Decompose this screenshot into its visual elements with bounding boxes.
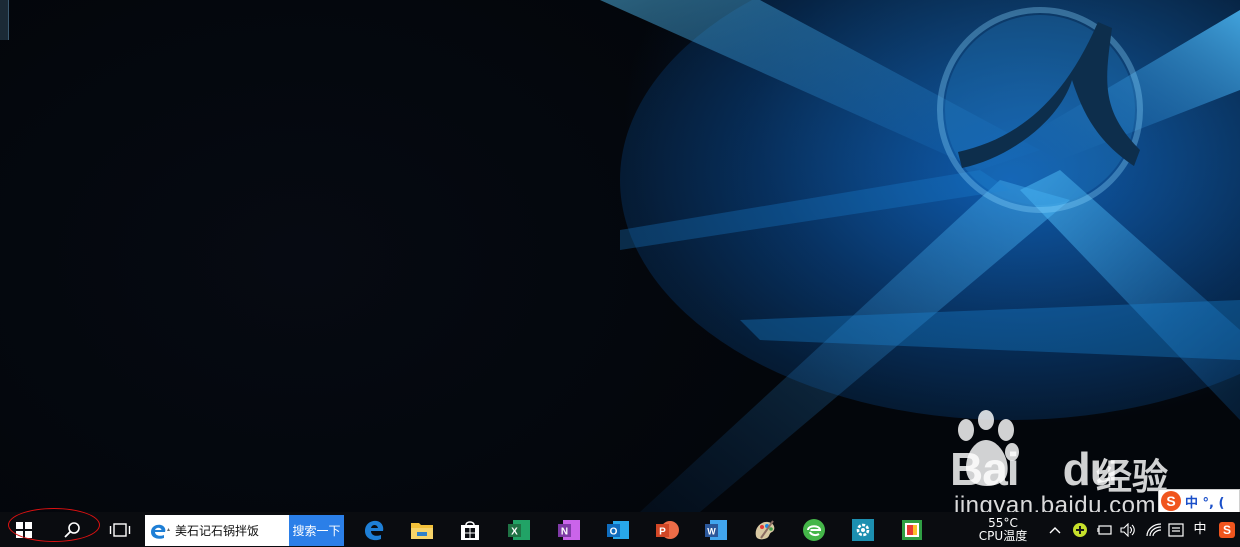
tray-volume-button[interactable] xyxy=(1118,512,1138,547)
tray-app-green-plus[interactable] xyxy=(1070,512,1090,547)
desktop-wallpaper: Baidu 经验 jingyan.baidu.com S 中 °, ( xyxy=(0,0,1240,512)
battery-plug-icon xyxy=(1097,524,1112,535)
taskbar-app-word[interactable]: W xyxy=(702,512,730,547)
svg-text:X: X xyxy=(511,526,518,537)
taskbar-app-powerpoint[interactable]: P xyxy=(653,512,681,547)
speaker-icon xyxy=(1120,522,1135,537)
taskbar-app-excel[interactable]: X xyxy=(505,512,533,547)
gear-icon xyxy=(852,518,874,541)
cpu-temp-label: CPU温度 xyxy=(978,528,1028,543)
excel-icon: X xyxy=(508,519,530,540)
photo-app-icon xyxy=(902,519,922,540)
taskbar-app-green-browser[interactable] xyxy=(800,512,828,547)
svg-text:P: P xyxy=(659,526,666,537)
paint-icon xyxy=(755,519,775,539)
sogou-tray-icon: S xyxy=(1219,521,1235,538)
tray-sogou-button[interactable]: S xyxy=(1216,512,1238,547)
tray-ime-mode[interactable]: 中 xyxy=(1190,512,1210,547)
chevron-up-icon xyxy=(1049,526,1061,533)
ie-search-submit-button[interactable]: 搜索一下 xyxy=(289,515,344,546)
watermark-url: jingyan.baidu.com xyxy=(954,492,1156,512)
svg-text:N: N xyxy=(561,526,568,537)
ime-status-text[interactable]: 中 °, ( xyxy=(1185,492,1224,511)
tray-network-button[interactable] xyxy=(1144,512,1164,547)
tray-battery-button[interactable] xyxy=(1094,512,1114,547)
svg-text:W: W xyxy=(707,526,716,536)
edge-icon xyxy=(365,520,384,540)
taskbar-app-edge[interactable] xyxy=(360,512,388,547)
notification-icon xyxy=(1168,522,1184,537)
wifi-icon xyxy=(1146,522,1162,536)
ie-logo-icon xyxy=(151,524,170,539)
onenote-icon: N xyxy=(558,519,580,540)
taskbar-app-file-explorer[interactable] xyxy=(408,512,436,547)
tray-action-center-button[interactable] xyxy=(1166,512,1186,547)
desktop-edge-handle xyxy=(0,0,9,40)
baidu-paw-icon xyxy=(958,410,1019,486)
highlight-annotation-circle xyxy=(8,508,100,542)
store-icon xyxy=(461,520,479,540)
taskbar-app-paint[interactable] xyxy=(751,512,779,547)
folder-icon xyxy=(411,522,433,539)
taskbar-app-onenote[interactable]: N xyxy=(555,512,583,547)
green-e-icon xyxy=(803,518,825,541)
svg-text:O: O xyxy=(610,526,618,537)
cpu-temperature-widget[interactable]: 55°C CPU温度 xyxy=(972,512,1034,547)
taskbar-app-outlook[interactable]: O xyxy=(604,512,632,547)
outlook-icon: O xyxy=(607,520,629,539)
task-view-button[interactable] xyxy=(104,512,136,547)
ime-mode-label: 中 xyxy=(1193,522,1207,537)
ie-search-input[interactable]: 美石记石锅拌饭 xyxy=(175,522,259,539)
taskbar-app-store[interactable] xyxy=(456,512,484,547)
cpu-temp-value: 55°C xyxy=(988,515,1018,530)
taskbar-app-settings[interactable] xyxy=(849,512,877,547)
ime-status-bar[interactable]: S 中 °, ( xyxy=(1158,489,1240,512)
task-view-icon xyxy=(109,522,131,537)
sogou-logo-icon[interactable]: S xyxy=(1161,491,1181,511)
powerpoint-icon: P xyxy=(656,520,679,539)
taskbar-app-photos[interactable] xyxy=(898,512,926,547)
plus-circle-icon xyxy=(1073,522,1087,537)
ie-search-box[interactable]: 美石记石锅拌饭 xyxy=(145,515,289,546)
show-hidden-icons-button[interactable] xyxy=(1046,512,1064,547)
word-icon: W xyxy=(705,519,727,540)
